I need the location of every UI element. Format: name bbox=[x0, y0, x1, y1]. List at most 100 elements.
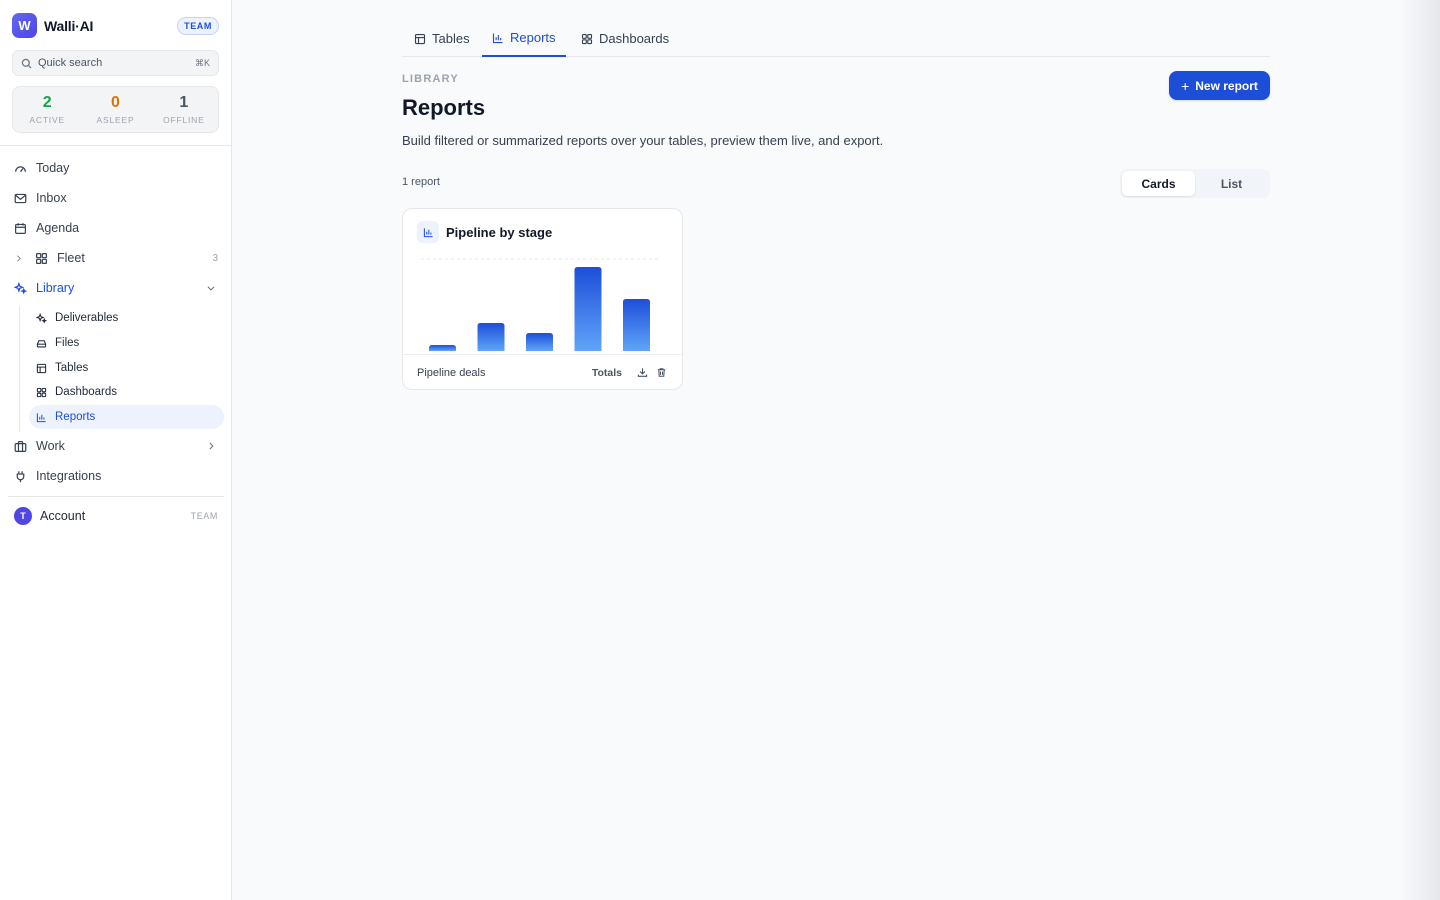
page-description: Build filtered or summarized reports ove… bbox=[402, 133, 884, 148]
mail-icon bbox=[14, 193, 27, 203]
sidebar-subitem-label: Tables bbox=[55, 362, 89, 374]
tab-tables[interactable]: Tables bbox=[404, 20, 480, 57]
chart-bar-3 bbox=[526, 333, 553, 351]
chart-bar-5 bbox=[623, 299, 650, 351]
sidebar-subitem-files[interactable]: Files bbox=[29, 331, 224, 355]
tab-reports[interactable]: Reports bbox=[482, 20, 566, 57]
stat-offline-label: OFFLINE bbox=[163, 115, 205, 125]
stat-offline-value: 1 bbox=[179, 94, 189, 111]
sidebar-item-today[interactable]: Today bbox=[8, 155, 224, 181]
chevron-right-icon[interactable] bbox=[14, 254, 23, 263]
stat-asleep-label: ASLEEP bbox=[96, 115, 135, 125]
sidebar: W Walli·AI TEAM Quick search ⌘K 2 ACTIVE… bbox=[0, 0, 232, 900]
report-type-icon bbox=[417, 221, 439, 243]
sidebar-subitem-label: Reports bbox=[55, 411, 96, 423]
report-card[interactable]: Pipeline by stage Pipeline deals Totals bbox=[402, 208, 683, 390]
sidebar-divider bbox=[0, 145, 231, 146]
breadcrumb: LIBRARY bbox=[402, 73, 459, 85]
trash-icon bbox=[657, 368, 665, 377]
chevron-right-icon[interactable] bbox=[206, 441, 216, 451]
fleet-count: 3 bbox=[212, 252, 218, 264]
grid-icon bbox=[36, 252, 47, 264]
tab-label: Tables bbox=[432, 31, 470, 46]
sparkles-icon bbox=[14, 281, 27, 295]
tab-dashboards[interactable]: Dashboards bbox=[571, 20, 679, 57]
stat-asleep-value: 0 bbox=[111, 94, 120, 111]
bar-chart-icon bbox=[36, 412, 46, 422]
chevron-down-icon[interactable] bbox=[206, 283, 216, 293]
report-actions: Totals bbox=[592, 366, 668, 380]
sidebar-item-label: Library bbox=[36, 281, 75, 295]
brand[interactable]: W Walli·AI TEAM bbox=[12, 13, 219, 38]
report-source: Pipeline deals bbox=[417, 366, 486, 379]
stat-offline[interactable]: 1 OFFLINE bbox=[150, 87, 218, 132]
grid-icon bbox=[581, 33, 593, 44]
sidebar-item-label: Fleet bbox=[57, 251, 85, 265]
account-divider bbox=[8, 496, 224, 497]
tab-label: Dashboards bbox=[599, 31, 670, 46]
chart-bar-1 bbox=[429, 345, 456, 351]
report-preview-chart bbox=[421, 258, 660, 351]
table-icon bbox=[414, 33, 426, 44]
plus-icon: + bbox=[1181, 77, 1190, 94]
search-icon bbox=[21, 58, 32, 68]
table-icon bbox=[36, 363, 47, 373]
stat-asleep[interactable]: 0 ASLEEP bbox=[81, 87, 149, 132]
delete-button[interactable] bbox=[654, 366, 668, 380]
sidebar-item-library[interactable]: Library bbox=[8, 275, 224, 301]
sidebar-item-integrations[interactable]: Integrations bbox=[8, 463, 224, 489]
account-plan-badge: TEAM bbox=[190, 511, 218, 521]
view-list-button[interactable]: List bbox=[1195, 171, 1268, 196]
view-cards-button[interactable]: Cards bbox=[1122, 171, 1195, 196]
sidebar-item-fleet[interactable]: Fleet 3 bbox=[8, 245, 224, 271]
search-shortcut: ⌘K bbox=[194, 57, 210, 68]
plug-icon bbox=[16, 470, 25, 482]
sidebar-item-label: Inbox bbox=[36, 191, 67, 205]
sidebar-item-inbox[interactable]: Inbox bbox=[8, 185, 224, 211]
sidebar-item-label: Today bbox=[36, 161, 70, 175]
sparkles-icon bbox=[36, 312, 47, 324]
avatar: T bbox=[14, 507, 32, 525]
page-title: Reports bbox=[402, 95, 486, 120]
account-label: Account bbox=[40, 509, 86, 523]
quick-search[interactable]: Quick search ⌘K bbox=[12, 50, 219, 76]
report-count: 1 report bbox=[402, 176, 440, 188]
sidebar-item-agenda[interactable]: Agenda bbox=[8, 215, 224, 241]
brand-name: Walli·AI bbox=[44, 17, 94, 34]
account-menu[interactable]: T Account TEAM bbox=[8, 504, 224, 528]
view-toggle: Cards List bbox=[1120, 169, 1270, 198]
team-badge: TEAM bbox=[177, 16, 219, 35]
sidebar-item-label: Integrations bbox=[36, 469, 102, 483]
bar-chart-icon bbox=[423, 227, 433, 237]
edge-shadow bbox=[1400, 0, 1440, 900]
export-button[interactable] bbox=[635, 366, 649, 380]
sidebar-subitem-label: Dashboards bbox=[55, 386, 118, 398]
sidebar-item-label: Work bbox=[36, 439, 65, 453]
download-icon bbox=[637, 368, 647, 377]
chart-bar-4 bbox=[574, 267, 602, 351]
briefcase-icon bbox=[14, 440, 27, 452]
brand-logo: W bbox=[12, 13, 37, 38]
drive-icon bbox=[36, 339, 47, 347]
search-placeholder: Quick search bbox=[38, 57, 103, 69]
chart-bar-2 bbox=[477, 323, 505, 351]
bar-chart-icon bbox=[492, 33, 503, 43]
report-mode: Totals bbox=[591, 366, 622, 379]
new-report-button[interactable]: + New report bbox=[1169, 71, 1270, 100]
sidebar-subitem-deliverables[interactable]: Deliverables bbox=[29, 306, 224, 330]
fleet-stats: 2 ACTIVE 0 ASLEEP 1 OFFLINE bbox=[12, 86, 219, 133]
tab-label: Reports bbox=[510, 30, 556, 45]
stat-active[interactable]: 2 ACTIVE bbox=[13, 87, 81, 132]
library-tabs: Tables Reports Dashboards bbox=[402, 20, 1270, 57]
report-title: Pipeline by stage bbox=[446, 224, 553, 240]
sidebar-subitem-tables[interactable]: Tables bbox=[29, 356, 224, 380]
gauge-icon bbox=[15, 165, 26, 172]
sidebar-item-label: Agenda bbox=[36, 221, 80, 235]
new-report-label: New report bbox=[1195, 78, 1258, 93]
report-card-header: Pipeline by stage bbox=[417, 221, 552, 243]
submenu-guide bbox=[19, 306, 20, 432]
stat-active-value: 2 bbox=[42, 94, 52, 111]
sidebar-subitem-reports[interactable]: Reports bbox=[29, 405, 224, 429]
sidebar-item-work[interactable]: Work bbox=[8, 433, 224, 459]
sidebar-subitem-dashboards[interactable]: Dashboards bbox=[29, 380, 224, 404]
